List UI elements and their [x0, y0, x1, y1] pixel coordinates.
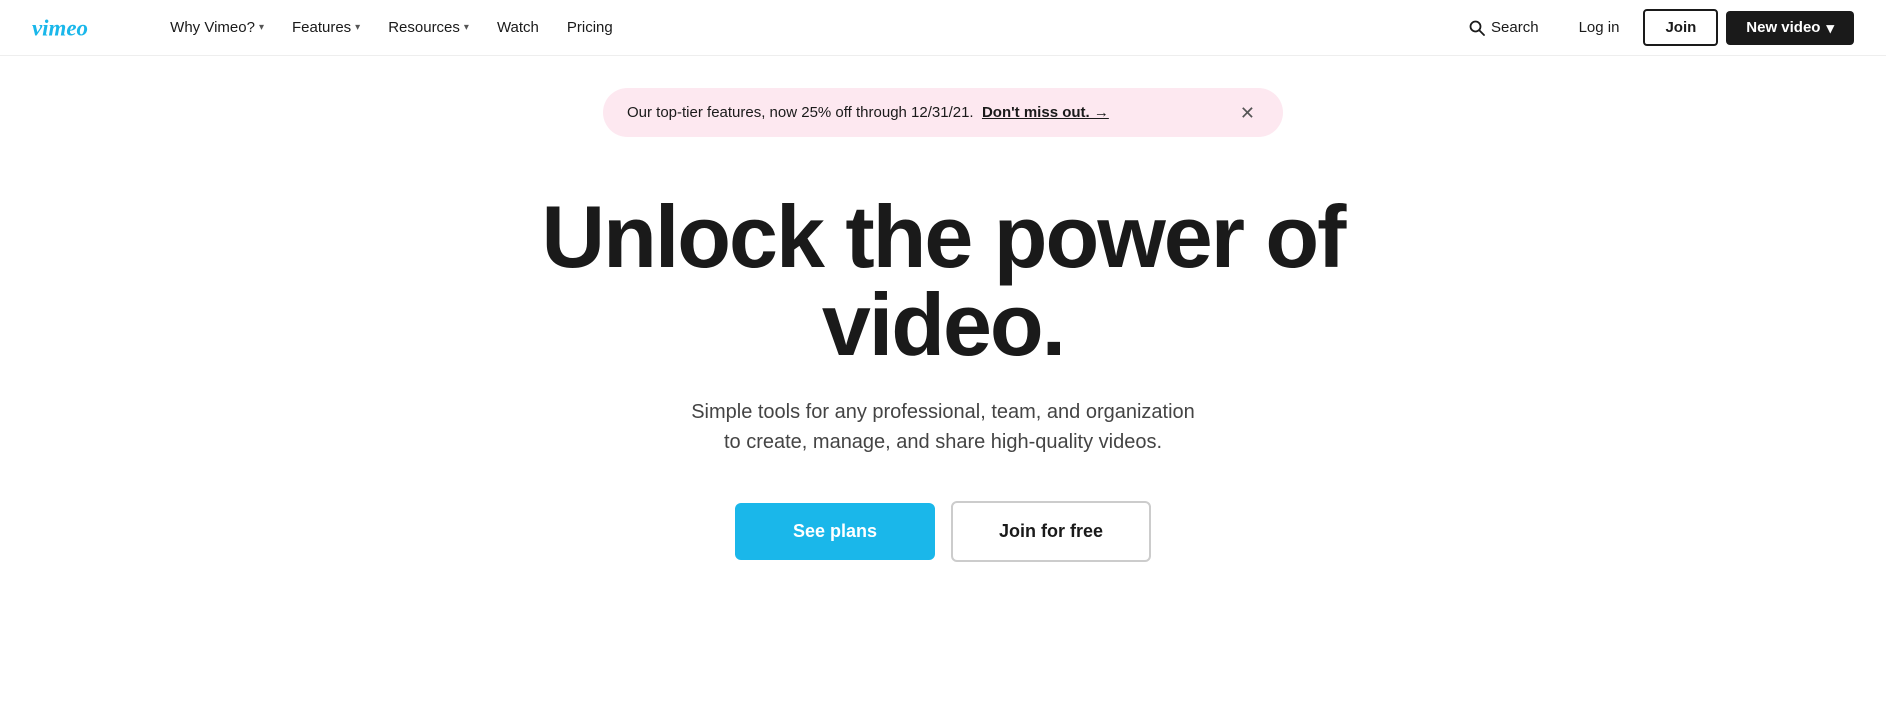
hero-title: Unlock the power of video. [493, 193, 1393, 369]
search-icon [1469, 20, 1485, 36]
chevron-icon: ▾ [259, 22, 264, 33]
login-button[interactable]: Log in [1563, 11, 1636, 44]
svg-text:vimeo: vimeo [32, 15, 88, 40]
nav-links: Why Vimeo? ▾ Features ▾ Resources ▾ Watc… [158, 11, 1453, 44]
see-plans-button[interactable]: See plans [735, 503, 935, 560]
hero-section: Unlock the power of video. Simple tools … [0, 153, 1886, 622]
banner-link[interactable]: Don't miss out. → [982, 104, 1109, 121]
nav-resources[interactable]: Resources ▾ [376, 11, 481, 44]
nav-watch[interactable]: Watch [485, 11, 551, 44]
chevron-down-icon: ▾ [1826, 19, 1834, 37]
hero-buttons: See plans Join for free [735, 501, 1151, 562]
hero-subtitle: Simple tools for any professional, team,… [683, 397, 1203, 457]
chevron-icon: ▾ [355, 22, 360, 33]
vimeo-logo-svg: vimeo [32, 14, 126, 42]
banner-wrapper: Our top-tier features, now 25% off throu… [0, 56, 1886, 153]
join-button[interactable]: Join [1643, 9, 1718, 46]
join-for-free-button[interactable]: Join for free [951, 501, 1151, 562]
nav-features[interactable]: Features ▾ [280, 11, 372, 44]
new-video-button[interactable]: New video ▾ [1726, 11, 1854, 45]
banner-text: Our top-tier features, now 25% off throu… [627, 102, 1109, 123]
nav-pricing[interactable]: Pricing [555, 11, 625, 44]
navbar-right: Search Log in Join New video ▾ [1453, 9, 1854, 46]
search-button[interactable]: Search [1453, 11, 1555, 44]
banner-close-button[interactable]: ✕ [1236, 104, 1259, 122]
navbar: vimeo Why Vimeo? ▾ Features ▾ Resources … [0, 0, 1886, 56]
chevron-icon: ▾ [464, 22, 469, 33]
promo-banner: Our top-tier features, now 25% off throu… [603, 88, 1283, 137]
nav-why-vimeo[interactable]: Why Vimeo? ▾ [158, 11, 276, 44]
vimeo-logo[interactable]: vimeo [32, 14, 126, 42]
